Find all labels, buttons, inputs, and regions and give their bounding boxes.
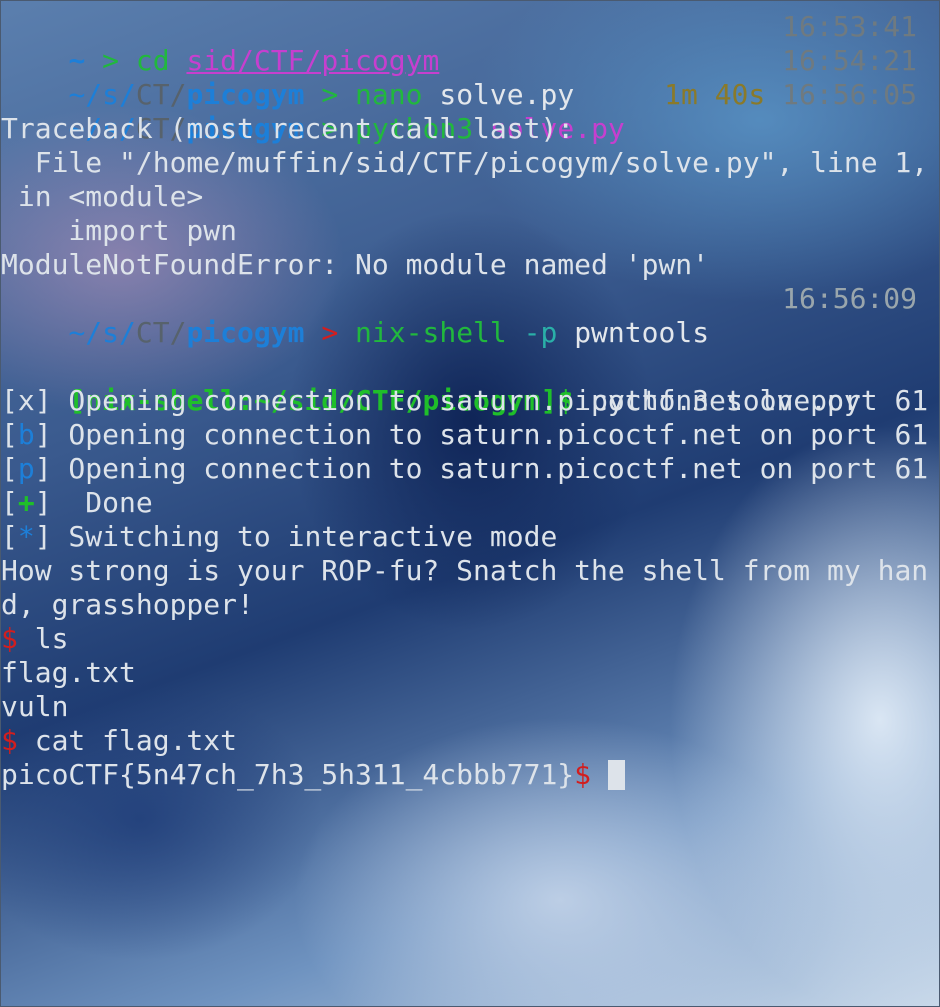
status-marker: *	[17, 520, 35, 553]
shell-prompt: $	[1, 622, 18, 655]
status-marker: p	[17, 452, 35, 485]
bracket-close: ]	[34, 418, 52, 451]
terminal-window[interactable]: ~ > cd sid/CTF/picogym 16:53:41 ~/s/CT/p…	[0, 0, 940, 1007]
prompt-arrow-error: >	[321, 316, 339, 349]
pwn-log-line: [p] Opening connection to saturn.picoctf…	[1, 452, 940, 486]
timestamp: 16:56:09	[782, 282, 917, 315]
bracket-open: [	[1, 384, 18, 417]
prompt-path-head: ~/s/	[68, 316, 136, 349]
cmd-line-cd: ~ > cd sid/CTF/picogym 16:53:41	[1, 10, 940, 77]
cmd-line-python: ~/s/CT/picogym > python3 solve.py 1m 40s…	[1, 78, 940, 145]
command-text: ls	[34, 622, 69, 655]
duration-and-timestamp: 1m 40s 16:56:05	[664, 78, 917, 112]
traceback-line: import pwn	[1, 214, 238, 247]
command-text: nix-shell	[355, 316, 507, 349]
bracket-open: [	[1, 452, 18, 485]
banner-line: d, grasshopper!	[1, 588, 254, 621]
pwn-log-line: [x] Opening connection to saturn.picoctf…	[1, 384, 940, 418]
pwn-log-line: [+] Done	[1, 486, 940, 520]
duration: 1m 40s	[664, 78, 766, 111]
output-line: vuln	[1, 690, 69, 723]
bracket-open: [	[1, 520, 18, 553]
command-text: cat flag.txt	[34, 724, 238, 757]
traceback-line: in <module>	[1, 180, 204, 213]
log-text: Done	[51, 486, 153, 519]
log-text: Switching to interactive mode	[51, 520, 558, 553]
bracket-close: ]	[34, 384, 52, 417]
traceback-line: Traceback (most recent call last):	[1, 112, 575, 145]
log-text: Opening connection to saturn.picoctf.net…	[51, 452, 929, 485]
bracket-close: ]	[34, 452, 52, 485]
text-cursor[interactable]	[607, 760, 625, 790]
bracket-open: [	[1, 486, 18, 519]
output-line: flag.txt	[1, 656, 136, 689]
prompt-path-mid: CT/	[135, 316, 187, 349]
bracket-open: [	[1, 418, 18, 451]
error-line: ModuleNotFoundError: No module named 'pw…	[1, 248, 710, 281]
cmd-line-nix-shell: ~/s/CT/picogym > nix-shell -p pwntools 1…	[1, 282, 940, 349]
status-marker: x	[17, 384, 35, 417]
status-marker: +	[17, 486, 35, 519]
shell-line-ls: $ ls	[1, 622, 940, 656]
flag-output: picoCTF{5n47ch_7h3_5h311_4cbbb771}	[1, 758, 575, 791]
flag-line[interactable]: picoCTF{5n47ch_7h3_5h311_4cbbb771}$	[1, 758, 940, 792]
timestamp: 16:53:41	[782, 10, 917, 43]
status-marker: b	[17, 418, 35, 451]
command-argument: pwntools	[574, 316, 710, 349]
timestamp: 16:54:21	[782, 44, 917, 77]
log-text: Opening connection to saturn.picoctf.net…	[51, 384, 929, 417]
shell-prompt: $	[1, 724, 18, 757]
bracket-close: ]	[34, 520, 52, 553]
shell-line-cat: $ cat flag.txt	[1, 724, 940, 758]
prompt-path-current: picogym	[186, 316, 305, 349]
cmd-line-nano: ~/s/CT/picogym > nano solve.py 16:54:21	[1, 44, 940, 111]
nix-shell-line: [nix-shell:~/sid/CTF/picogym]$ python3 s…	[1, 350, 940, 417]
pwn-log-line: [*] Switching to interactive mode	[1, 520, 940, 554]
shell-prompt: $	[574, 758, 592, 791]
banner-line: How strong is your ROP-fu? Snatch the sh…	[1, 554, 929, 587]
pwn-log-line: [b] Opening connection to saturn.picoctf…	[1, 418, 940, 452]
traceback-line: File "/home/muffin/sid/CTF/picogym/solve…	[1, 146, 929, 179]
timestamp: 16:56:05	[782, 78, 917, 111]
bracket-close: ]	[34, 486, 52, 519]
command-flag: -p	[523, 316, 558, 349]
log-text: Opening connection to saturn.picoctf.net…	[51, 418, 929, 451]
